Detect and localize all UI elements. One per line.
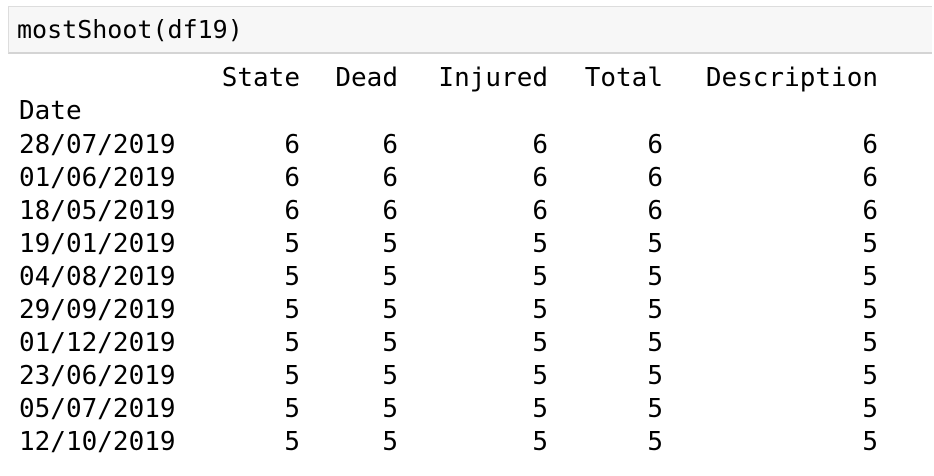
- cell-state: 5: [284, 295, 300, 325]
- table-row: 23/06/2019 5 5 5 5 5: [0, 360, 934, 393]
- row-date: 19/01/2019: [19, 229, 176, 259]
- cell-state: 6: [284, 130, 300, 160]
- cell-total: 6: [647, 196, 663, 226]
- cell-dead: 5: [382, 394, 398, 424]
- cell-total: 6: [647, 163, 663, 193]
- cell-total: 5: [647, 361, 663, 391]
- cell-dead: 5: [382, 295, 398, 325]
- cell-total: 5: [647, 295, 663, 325]
- cell-state: 5: [284, 427, 300, 457]
- cell-description: 5: [862, 328, 878, 358]
- cell-injured: 5: [532, 262, 548, 292]
- cell-state: 5: [284, 262, 300, 292]
- column-header-total: Total: [584, 63, 663, 93]
- row-date: 18/05/2019: [19, 196, 176, 226]
- table-row: 05/07/2019 5 5 5 5 5: [0, 393, 934, 426]
- cell-injured: 5: [532, 361, 548, 391]
- cell-description: 6: [862, 196, 878, 226]
- index-name-row: Date: [0, 95, 934, 128]
- code-input-cell[interactable]: mostShoot(df19): [8, 6, 932, 54]
- cell-injured: 6: [532, 196, 548, 226]
- cell-dead: 5: [382, 361, 398, 391]
- cell-dead: 5: [382, 328, 398, 358]
- column-header-dead: Dead: [335, 63, 398, 93]
- cell-state: 5: [284, 229, 300, 259]
- row-date: 29/09/2019: [19, 295, 176, 325]
- cell-description: 5: [862, 295, 878, 325]
- cell-description: 6: [862, 163, 878, 193]
- cell-dead: 5: [382, 262, 398, 292]
- cell-state: 6: [284, 163, 300, 193]
- table-row: 01/06/2019 6 6 6 6 6: [0, 162, 934, 195]
- table-row: 28/07/2019 6 6 6 6 6: [0, 129, 934, 162]
- code-source[interactable]: mostShoot(df19): [17, 14, 243, 46]
- cell-dead: 6: [382, 196, 398, 226]
- cell-total: 5: [647, 328, 663, 358]
- column-header-description: Description: [705, 63, 878, 93]
- cell-description: 5: [862, 229, 878, 259]
- cell-total: 5: [647, 394, 663, 424]
- cell-injured: 5: [532, 394, 548, 424]
- table-row: 18/05/2019 6 6 6 6 6: [0, 195, 934, 228]
- cell-description: 5: [862, 361, 878, 391]
- column-header-injured: Injured: [438, 63, 548, 93]
- cell-injured: 5: [532, 427, 548, 457]
- row-date: 12/10/2019: [19, 427, 176, 457]
- table-header-row: State Dead Injured Total Description: [0, 62, 934, 95]
- cell-total: 5: [647, 229, 663, 259]
- cell-injured: 6: [532, 130, 548, 160]
- cell-state: 5: [284, 394, 300, 424]
- cell-dead: 6: [382, 130, 398, 160]
- row-date: 01/06/2019: [19, 163, 176, 193]
- row-date: 23/06/2019: [19, 361, 176, 391]
- cell-description: 6: [862, 130, 878, 160]
- cell-description: 5: [862, 262, 878, 292]
- cell-injured: 5: [532, 328, 548, 358]
- cell-description: 5: [862, 394, 878, 424]
- cell-total: 5: [647, 262, 663, 292]
- table-row: 19/01/2019 5 5 5 5 5: [0, 228, 934, 261]
- row-date: 28/07/2019: [19, 130, 176, 160]
- cell-total: 6: [647, 130, 663, 160]
- cell-description: 5: [862, 427, 878, 457]
- row-date: 01/12/2019: [19, 328, 176, 358]
- table-row: 04/08/2019 5 5 5 5 5: [0, 261, 934, 294]
- cell-injured: 5: [532, 229, 548, 259]
- row-date: 05/07/2019: [19, 394, 176, 424]
- table-row: 29/09/2019 5 5 5 5 5: [0, 294, 934, 327]
- cell-state: 6: [284, 196, 300, 226]
- column-header-state: State: [221, 63, 300, 93]
- index-name: Date: [19, 96, 82, 126]
- table-row: 12/10/2019 5 5 5 5 5: [0, 426, 934, 459]
- cell-total: 5: [647, 427, 663, 457]
- cell-injured: 6: [532, 163, 548, 193]
- cell-dead: 6: [382, 163, 398, 193]
- cell-injured: 5: [532, 295, 548, 325]
- cell-dead: 5: [382, 229, 398, 259]
- row-date: 04/08/2019: [19, 262, 176, 292]
- output-area: State Dead Injured Total Description Dat…: [0, 56, 934, 476]
- cell-state: 5: [284, 328, 300, 358]
- cell-state: 5: [284, 361, 300, 391]
- cell-dead: 5: [382, 427, 398, 457]
- table-row: 01/12/2019 5 5 5 5 5: [0, 327, 934, 360]
